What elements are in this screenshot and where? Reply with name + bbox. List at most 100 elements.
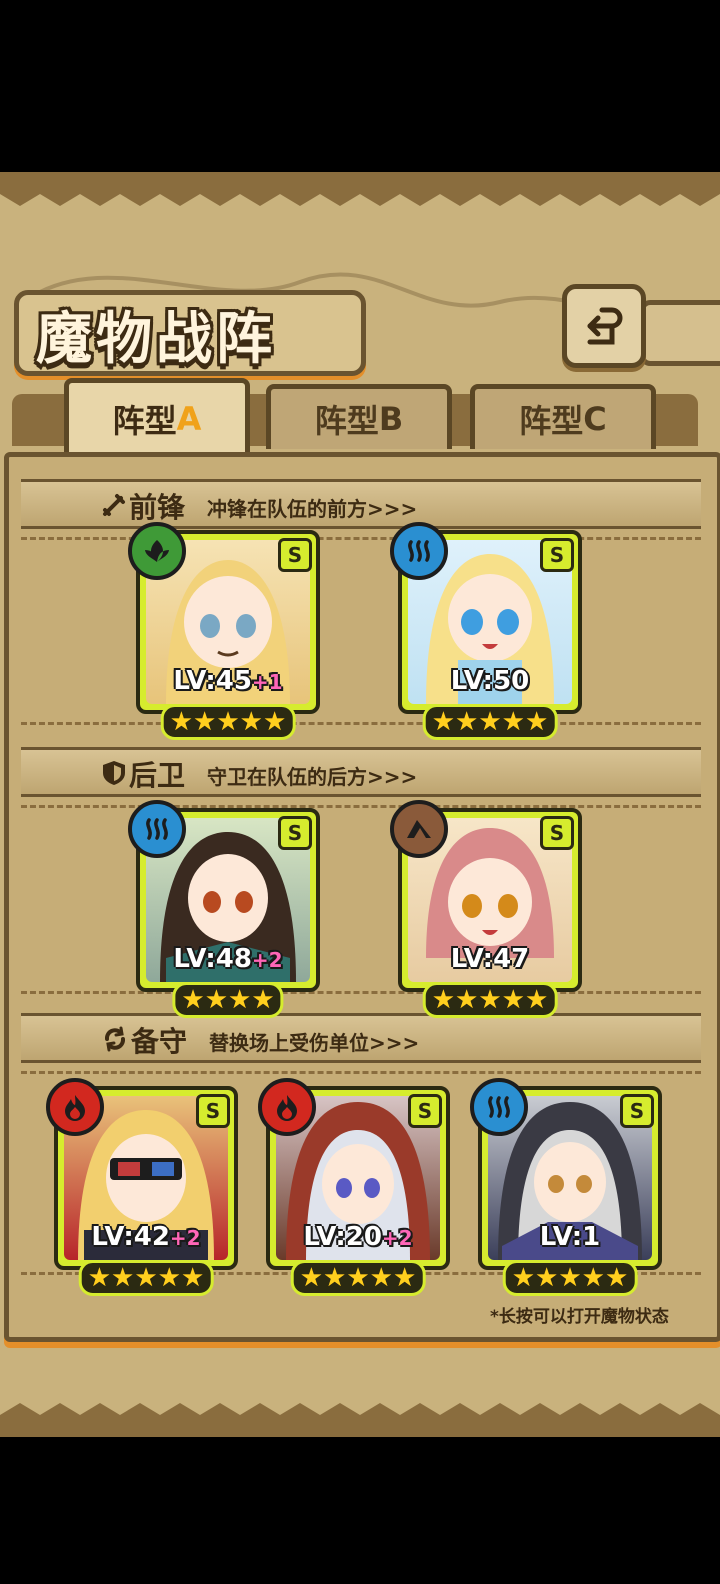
star-rating: ★ ★ ★ ★ ★ bbox=[160, 704, 296, 740]
star-icon: ★ bbox=[535, 1263, 559, 1293]
level-bonus: +1 bbox=[251, 670, 283, 694]
star-icon: ★ bbox=[455, 985, 479, 1015]
section-title-reserve: 备守 bbox=[131, 1025, 188, 1058]
long-press-hint: *长按可以打开魔物状态 bbox=[490, 1307, 669, 1327]
level-label: LV:48+2 bbox=[140, 944, 316, 974]
star-icon: ★ bbox=[478, 985, 502, 1015]
level-label: LV:20+2 bbox=[270, 1222, 446, 1252]
section-header-front: 前锋 冲锋在队伍的前方>>> bbox=[21, 479, 701, 529]
monster-card[interactable]: S LV:20+2 ★ ★ ★ ★ ★ bbox=[258, 1078, 450, 1296]
monster-card[interactable]: S LV:42+2 ★ ★ ★ ★ ★ bbox=[46, 1078, 238, 1296]
tab-label: 阵型 bbox=[519, 402, 584, 440]
rank-badge: S bbox=[408, 1094, 442, 1128]
rank-badge: S bbox=[196, 1094, 230, 1128]
sword-icon bbox=[103, 494, 125, 516]
star-rating: ★ ★ ★ ★ ★ bbox=[502, 1260, 638, 1296]
section-desc-back: 守卫在队伍的后方>>> bbox=[207, 765, 418, 789]
formation-panel: 魔物战阵 阵型 A 阵型 B 阵型 C 前锋 冲锋在队伍的前方>>> 后卫 守卫… bbox=[0, 172, 720, 1437]
star-icon: ★ bbox=[262, 707, 287, 737]
rank-badge: S bbox=[278, 538, 312, 572]
tab-letter: A bbox=[176, 400, 202, 438]
earth-element-icon bbox=[390, 800, 448, 858]
star-icon: ★ bbox=[455, 707, 479, 737]
star-icon: ★ bbox=[581, 1263, 605, 1293]
section-header-back: 后卫 守卫在队伍的后方>>> bbox=[21, 747, 701, 797]
star-icon: ★ bbox=[216, 707, 240, 737]
nature-element-icon bbox=[128, 522, 186, 580]
star-icon: ★ bbox=[431, 707, 456, 737]
rank-badge: S bbox=[620, 1094, 654, 1128]
row-rail bbox=[21, 991, 701, 994]
row-rail bbox=[21, 537, 701, 540]
star-icon: ★ bbox=[180, 1263, 205, 1293]
monster-card[interactable]: S LV:47 ★ ★ ★ ★ ★ bbox=[390, 800, 582, 1018]
star-icon: ★ bbox=[478, 707, 502, 737]
row-rail bbox=[21, 805, 701, 808]
star-icon: ★ bbox=[169, 707, 194, 737]
star-rating: ★ ★ ★ ★ bbox=[172, 982, 284, 1018]
water-element-icon bbox=[470, 1078, 528, 1136]
section-desc-reserve: 替换场上受伤单位>>> bbox=[209, 1031, 420, 1055]
star-icon: ★ bbox=[558, 1263, 582, 1293]
level-value: LV:48 bbox=[173, 944, 252, 974]
level-label: LV:45+1 bbox=[140, 666, 316, 696]
back-button-rail bbox=[640, 300, 720, 366]
monster-card[interactable]: S LV:45+1 ★ ★ ★ ★ ★ bbox=[128, 522, 320, 740]
level-value: LV:45 bbox=[173, 666, 252, 696]
level-label: LV:42+2 bbox=[58, 1222, 234, 1252]
level-value: LV:1 bbox=[539, 1222, 601, 1252]
back-arrow-icon bbox=[587, 307, 623, 345]
tab-formation-c[interactable]: 阵型 C bbox=[470, 384, 656, 449]
tab-letter: B bbox=[378, 400, 404, 438]
tab-formation-b[interactable]: 阵型 B bbox=[266, 384, 452, 449]
row-rail bbox=[21, 1071, 701, 1074]
star-icon: ★ bbox=[501, 707, 525, 737]
tab-label: 阵型 bbox=[112, 402, 177, 440]
level-value: LV:42 bbox=[91, 1222, 170, 1252]
level-bonus: +2 bbox=[381, 1226, 413, 1250]
rank-badge: S bbox=[278, 816, 312, 850]
monster-card[interactable]: S LV:48+2 ★ ★ ★ ★ bbox=[128, 800, 320, 1018]
section-title-back: 后卫 bbox=[129, 759, 186, 792]
star-icon: ★ bbox=[392, 1263, 417, 1293]
section-desc-front: 冲锋在队伍的前方>>> bbox=[207, 497, 418, 521]
star-icon: ★ bbox=[239, 707, 263, 737]
star-icon: ★ bbox=[251, 985, 275, 1015]
water-element-icon bbox=[390, 522, 448, 580]
star-icon: ★ bbox=[181, 985, 205, 1015]
level-label: LV:50 bbox=[402, 666, 578, 696]
star-icon: ★ bbox=[346, 1263, 370, 1293]
star-icon: ★ bbox=[157, 1263, 181, 1293]
star-icon: ★ bbox=[323, 1263, 347, 1293]
star-icon: ★ bbox=[369, 1263, 393, 1293]
fire-element-icon bbox=[258, 1078, 316, 1136]
rank-badge: S bbox=[540, 816, 574, 850]
torn-edge-bottom bbox=[0, 1403, 720, 1437]
tab-formation-a[interactable]: 阵型 A bbox=[64, 378, 250, 455]
star-icon: ★ bbox=[501, 985, 525, 1015]
star-rating: ★ ★ ★ ★ ★ bbox=[422, 704, 558, 740]
star-icon: ★ bbox=[134, 1263, 158, 1293]
star-icon: ★ bbox=[299, 1263, 324, 1293]
star-icon: ★ bbox=[604, 1263, 629, 1293]
star-icon: ★ bbox=[431, 985, 456, 1015]
water-element-icon bbox=[128, 800, 186, 858]
level-label: LV:47 bbox=[402, 944, 578, 974]
level-bonus: +2 bbox=[251, 948, 283, 972]
shield-icon bbox=[103, 761, 125, 785]
star-icon: ★ bbox=[228, 985, 252, 1015]
star-rating: ★ ★ ★ ★ ★ bbox=[290, 1260, 426, 1296]
monster-card[interactable]: S LV:50 ★ ★ ★ ★ ★ bbox=[390, 522, 582, 740]
back-button[interactable] bbox=[562, 284, 646, 368]
level-bonus: +2 bbox=[169, 1226, 201, 1250]
star-icon: ★ bbox=[511, 1263, 536, 1293]
row-rail bbox=[21, 722, 701, 725]
star-rating: ★ ★ ★ ★ ★ bbox=[422, 982, 558, 1018]
swap-icon bbox=[105, 1026, 125, 1052]
level-value: LV:20 bbox=[303, 1222, 382, 1252]
tab-letter: C bbox=[583, 400, 607, 438]
level-value: LV:47 bbox=[450, 944, 530, 974]
monster-card[interactable]: S LV:1 ★ ★ ★ ★ ★ bbox=[470, 1078, 662, 1296]
level-label: LV:1 bbox=[482, 1222, 658, 1252]
star-icon: ★ bbox=[524, 707, 549, 737]
